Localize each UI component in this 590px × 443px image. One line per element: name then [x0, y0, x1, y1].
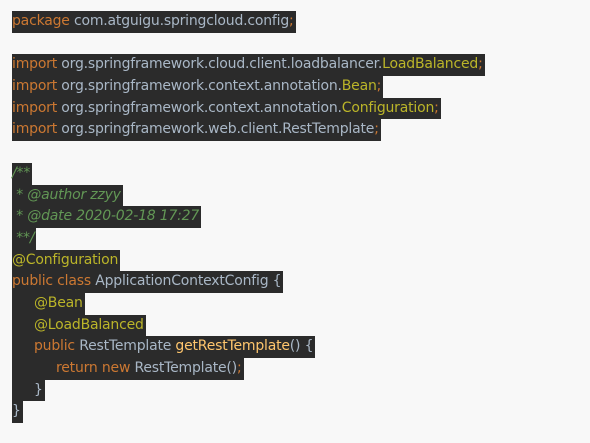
keyword-package: package	[12, 13, 70, 29]
highlight: * @date 2020-02-18 17:27	[12, 206, 202, 228]
highlight: }	[12, 379, 45, 402]
highlight: * @author zzyy	[12, 184, 123, 207]
semicolon: ;	[374, 121, 379, 138]
annotation-loadbalanced: @LoadBalanced	[34, 316, 144, 333]
import-path: org.springframework.context.annotation.	[57, 78, 342, 95]
keyword-new: new	[97, 360, 131, 376]
return-type: RestTemplate	[74, 338, 176, 355]
semicolon: ;	[478, 56, 483, 73]
doc-comment: /**	[12, 164, 31, 181]
annotation-configuration: @Configuration	[12, 251, 119, 268]
keyword-public: public	[34, 338, 75, 355]
open-brace: {	[272, 273, 282, 290]
code-line-doc-date: * @date 2020-02-18 17:27	[12, 206, 485, 228]
semicolon: ;	[236, 360, 242, 376]
highlight: return new RestTemplate();	[12, 358, 244, 380]
highlight: @Configuration	[12, 249, 121, 272]
code-line-class-annotation: @Configuration	[12, 249, 485, 272]
close-brace: }	[34, 381, 43, 398]
package-name: com.atguigu.springcloud.config	[69, 13, 290, 29]
highlight: package com.atguigu.springcloud.config;	[12, 11, 296, 33]
code-line-return: return new RestTemplate();	[12, 358, 485, 380]
code-line-class-decl: public class ApplicationContextConfig {	[12, 271, 485, 293]
close-brace: }	[12, 403, 21, 420]
highlight: **/	[12, 227, 37, 250]
keyword-return: return	[56, 360, 98, 376]
highlight: import org.springframework.cloud.client.…	[12, 54, 485, 77]
semicolon: ;	[434, 99, 439, 116]
code-line-close-class: }	[12, 401, 485, 424]
code-line-import: import org.springframework.web.client.Re…	[12, 119, 485, 142]
highlight: @Bean	[12, 292, 85, 315]
annotation-bean: @Bean	[34, 294, 83, 311]
highlight: /**	[12, 162, 33, 185]
code-line-close-method: }	[12, 379, 485, 402]
code-line-doc-close: **/	[12, 227, 485, 250]
highlight: import org.springframework.web.client.Re…	[12, 119, 381, 142]
semicolon: ;	[376, 78, 382, 95]
import-class: Configuration	[341, 99, 435, 116]
code-line-method-decl: public RestTemplate getRestTemplate() {	[12, 336, 485, 358]
import-path: org.springframework.web.client.RestTempl…	[57, 121, 375, 138]
semicolon: ;	[289, 13, 294, 29]
highlight: import org.springframework.context.annot…	[12, 76, 384, 98]
doc-comment: **/	[12, 229, 35, 246]
method-name: getRestTemplate	[175, 338, 290, 355]
highlight: public RestTemplate getRestTemplate() {	[12, 336, 316, 358]
keyword-import: import	[12, 121, 58, 138]
code-line-import: import org.springframework.cloud.client.…	[12, 54, 485, 77]
doc-comment: * @date 2020-02-18 17:27	[12, 208, 200, 225]
constructor-call: RestTemplate()	[130, 360, 237, 376]
code-line-doc-author: * @author zzyy	[12, 184, 485, 207]
highlight: }	[12, 401, 23, 424]
highlight: public class ApplicationContextConfig {	[12, 271, 284, 293]
import-class: LoadBalanced	[382, 56, 479, 73]
keyword-import: import	[12, 99, 58, 116]
keyword-public-class: public class	[12, 273, 91, 290]
import-path: org.springframework.cloud.client.loadbal…	[57, 56, 383, 73]
code-line-package: package com.atguigu.springcloud.config;	[12, 11, 485, 33]
class-name: ApplicationContextConfig	[90, 273, 273, 290]
code-line-doc-open: /**	[12, 162, 485, 185]
code-line-import: import org.springframework.context.annot…	[12, 76, 485, 98]
keyword-import: import	[12, 78, 58, 95]
method-signature: () {	[289, 338, 314, 355]
doc-comment: * @author zzyy	[12, 186, 121, 203]
import-class: Bean	[341, 78, 377, 95]
import-path: org.springframework.context.annotation.	[57, 99, 342, 116]
highlight: import org.springframework.context.annot…	[12, 97, 441, 120]
code-snippet: package com.atguigu.springcloud.config; …	[12, 11, 485, 424]
code-line-import: import org.springframework.context.annot…	[12, 97, 485, 120]
keyword-import: import	[12, 56, 58, 73]
code-line-bean: @Bean	[12, 292, 485, 315]
code-line-loadbalanced: @LoadBalanced	[12, 314, 485, 337]
highlight: @LoadBalanced	[12, 314, 146, 337]
